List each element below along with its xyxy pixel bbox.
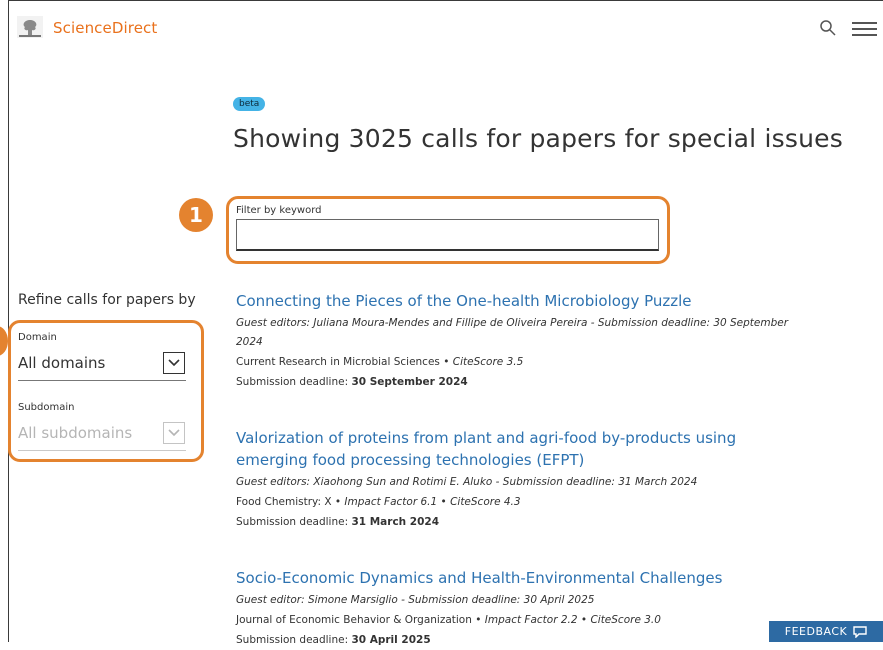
result-title-link[interactable]: Socio-Economic Dynamics and Health-Envir… [236,567,796,589]
domain-select-value[interactable]: All domains [18,354,105,372]
journal-metrics: Impact Factor 2.2 • CiteScore 3.0 [484,614,661,626]
subdomain-select-value[interactable]: All subdomains [18,424,132,442]
result-item: Valorization of proteins from plant and … [236,427,796,532]
result-editors: Guest editors: Xiaohong Sun and Rotimi E… [236,476,698,488]
journal-metrics: CiteScore 3.5 [452,356,524,368]
annotation-badge-partial [0,326,8,356]
deadline-label: Submission deadline: [236,516,349,528]
page-title: Showing 3025 calls for papers for specia… [233,124,843,153]
feedback-label: FEEDBACK [784,625,848,638]
feedback-button[interactable]: FEEDBACK [769,621,883,642]
chevron-down-icon [168,359,180,367]
beta-badge: beta [233,97,266,111]
journal-name: Current Research in Microbial Sciences [236,356,440,368]
keyword-filter-input[interactable] [236,219,659,251]
result-title-link[interactable]: Valorization of proteins from plant and … [236,427,796,471]
chevron-down-icon [168,429,180,437]
annotation-badge: 1 [179,198,213,232]
result-journal: Journal of Economic Behavior & Organizat… [236,614,661,626]
journal-metrics: Impact Factor 6.1 • CiteScore 4.3 [344,496,521,508]
result-title-link[interactable]: Connecting the Pieces of the One-health … [236,290,796,312]
subdomain-dropdown-button[interactable] [163,422,185,444]
deadline-date: 30 September 2024 [351,376,468,388]
result-journal: Food Chemistry: X • Impact Factor 6.1 • … [236,496,521,508]
refine-heading: Refine calls for papers by [18,292,196,308]
result-deadline: Submission deadline: 30 September 2024 [236,372,796,392]
domain-underline [18,380,186,381]
brand-name[interactable]: ScienceDirect [53,19,157,37]
subdomain-label: Subdomain [18,402,75,413]
hamburger-menu-icon[interactable] [852,22,877,36]
result-editors: Guest editor: Simone Marsiglio - Submiss… [236,594,595,606]
subdomain-underline [18,450,186,451]
result-item: Socio-Economic Dynamics and Health-Envir… [236,567,796,650]
result-deadline: Submission deadline: 30 April 2025 [236,630,796,650]
deadline-label: Submission deadline: [236,376,349,388]
domain-label: Domain [18,332,57,343]
deadline-date: 31 March 2024 [351,516,440,528]
elsevier-logo[interactable] [17,16,43,38]
result-item: Connecting the Pieces of the One-health … [236,290,796,392]
deadline-label: Submission deadline: [236,634,349,646]
journal-name: Journal of Economic Behavior & Organizat… [236,614,472,626]
search-icon[interactable] [819,19,837,37]
domain-dropdown-button[interactable] [163,352,185,374]
journal-name: Food Chemistry: X [236,496,332,508]
filter-label: Filter by keyword [236,205,322,216]
deadline-date: 30 April 2025 [351,634,431,646]
speech-bubble-icon [853,625,867,638]
result-journal: Current Research in Microbial Sciences •… [236,356,524,368]
result-editors: Guest editors: Juliana Moura-Mendes and … [236,317,789,348]
result-deadline: Submission deadline: 31 March 2024 [236,512,796,532]
